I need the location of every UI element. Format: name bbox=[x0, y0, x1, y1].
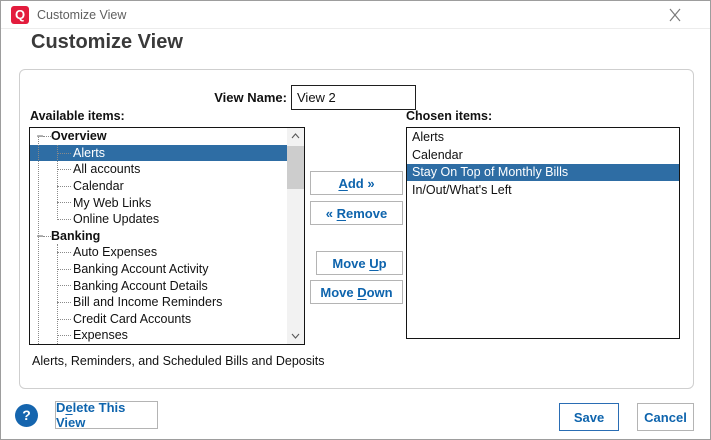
tree-guide-line bbox=[38, 137, 39, 344]
view-name-input[interactable] bbox=[291, 85, 416, 110]
item-description-text: Alerts, Reminders, and Scheduled Bills a… bbox=[32, 354, 325, 368]
scrollbar-thumb[interactable] bbox=[287, 146, 304, 189]
chosen-item-stay-on-top-of-monthly-bills[interactable]: Stay On Top of Monthly Bills bbox=[407, 164, 679, 182]
remove-button[interactable]: « Remove bbox=[310, 201, 403, 225]
save-button[interactable]: Save bbox=[559, 403, 619, 431]
add-button[interactable]: Add » bbox=[310, 171, 403, 195]
tree-item-bill-and-income-reminders[interactable]: Bill and Income Reminders bbox=[30, 294, 304, 311]
chosen-item-alerts[interactable]: Alerts bbox=[407, 128, 679, 146]
scroll-up-icon[interactable] bbox=[287, 128, 304, 144]
tree-item-credit-card-accounts[interactable]: Credit Card Accounts bbox=[30, 311, 304, 328]
cancel-button[interactable]: Cancel bbox=[637, 403, 694, 431]
tree-item-alerts[interactable]: Alerts bbox=[30, 145, 304, 162]
chosen-item-calendar[interactable]: Calendar bbox=[407, 146, 679, 164]
vertical-scrollbar[interactable] bbox=[287, 128, 304, 344]
move-up-button[interactable]: Move Up bbox=[316, 251, 403, 275]
help-button[interactable]: ? bbox=[15, 404, 38, 427]
chosen-items-label: Chosen items: bbox=[406, 109, 492, 123]
tree-item-expenses[interactable]: Expenses bbox=[30, 327, 304, 344]
tree-guide-line bbox=[57, 145, 58, 220]
view-name-label: View Name: bbox=[20, 90, 287, 105]
tree-guide-line bbox=[57, 244, 58, 344]
close-icon[interactable] bbox=[666, 7, 684, 23]
tree-item-all-accounts[interactable]: All accounts bbox=[30, 161, 304, 178]
move-down-button[interactable]: Move Down bbox=[310, 280, 403, 304]
available-items-list: − Overview Alerts All accounts Calendar … bbox=[29, 127, 305, 345]
collapse-icon[interactable]: − bbox=[34, 228, 46, 245]
tree-item-banking-account-details[interactable]: Banking Account Details bbox=[30, 277, 304, 294]
tree-item-calendar[interactable]: Calendar bbox=[30, 178, 304, 195]
customize-view-dialog: Q Customize View Customize View View Nam… bbox=[0, 0, 711, 440]
tree-item-banking-account-activity[interactable]: Banking Account Activity bbox=[30, 261, 304, 278]
tree-item-online-updates[interactable]: Online Updates bbox=[30, 211, 304, 228]
title-bar: Q Customize View bbox=[1, 1, 710, 29]
available-items-label: Available items: bbox=[30, 109, 125, 123]
tree-group-banking[interactable]: − Banking bbox=[30, 228, 304, 245]
quicken-logo-icon: Q bbox=[11, 6, 29, 24]
main-panel: View Name: Available items: Chosen items… bbox=[19, 69, 694, 389]
tree-item-auto-expenses[interactable]: Auto Expenses bbox=[30, 244, 304, 261]
tree-item-my-web-links[interactable]: My Web Links bbox=[30, 194, 304, 211]
chosen-item-in-out-whats-left[interactable]: In/Out/What's Left bbox=[407, 181, 679, 199]
page-title: Customize View bbox=[31, 31, 183, 54]
collapse-icon[interactable]: − bbox=[34, 128, 46, 145]
window-title: Customize View bbox=[37, 8, 126, 22]
chosen-items-list: Alerts Calendar Stay On Top of Monthly B… bbox=[406, 127, 680, 339]
delete-this-view-button[interactable]: Delete This View bbox=[55, 401, 158, 429]
scroll-down-icon[interactable] bbox=[287, 328, 304, 344]
tree-group-overview[interactable]: − Overview bbox=[30, 128, 304, 145]
